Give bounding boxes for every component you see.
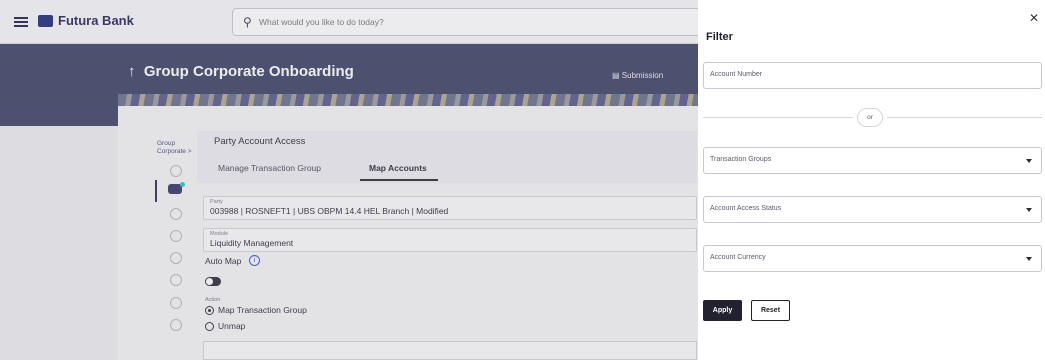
account-currency-select[interactable]: Account Currency <box>703 245 1042 272</box>
or-separator: or <box>857 108 883 127</box>
chevron-down-icon <box>1026 257 1032 261</box>
apply-button[interactable]: Apply <box>703 300 742 321</box>
transaction-groups-label: Transaction Groups <box>710 156 772 163</box>
close-icon[interactable]: ✕ <box>1029 11 1039 25</box>
filter-title: Filter <box>706 31 733 43</box>
account-number-input[interactable]: Account Number <box>703 62 1042 89</box>
chevron-down-icon <box>1026 208 1032 212</box>
divider-right <box>887 117 1042 118</box>
account-number-placeholder: Account Number <box>710 71 763 78</box>
transaction-groups-select[interactable]: Transaction Groups <box>703 147 1042 174</box>
reset-button[interactable]: Reset <box>751 300 790 321</box>
account-access-status-label: Account Access Status <box>710 205 782 212</box>
divider-left <box>703 117 853 118</box>
modal-overlay[interactable] <box>0 0 698 360</box>
account-access-status-select[interactable]: Account Access Status <box>703 196 1042 223</box>
chevron-down-icon <box>1026 159 1032 163</box>
account-currency-label: Account Currency <box>710 254 766 261</box>
